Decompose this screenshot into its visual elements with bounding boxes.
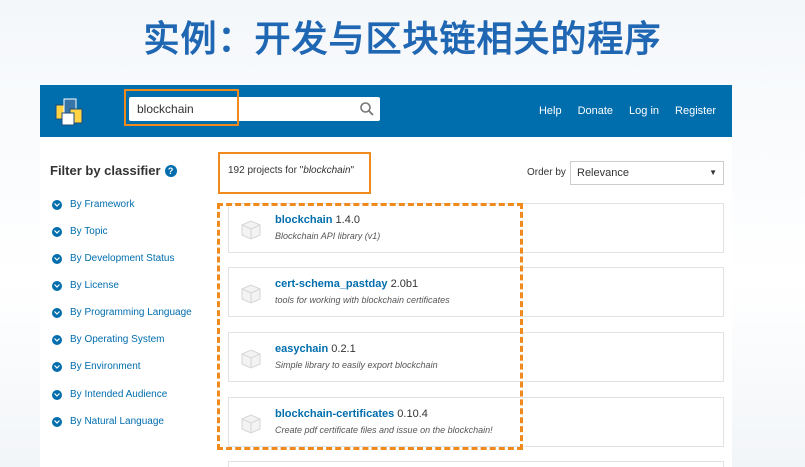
filter-programming-language[interactable]: By Programming Language [52, 307, 192, 318]
filter-label: By License [70, 280, 119, 291]
chevron-down-icon [52, 253, 62, 264]
filter-label: By Programming Language [70, 307, 192, 318]
chevron-down-icon [52, 389, 62, 400]
chevron-down-icon [52, 199, 62, 210]
chevron-down-icon [52, 334, 62, 345]
results-highlight-box [217, 203, 523, 450]
filter-framework[interactable]: By Framework [52, 199, 134, 210]
filter-label: By Natural Language [70, 416, 164, 427]
chevron-down-icon [52, 361, 62, 372]
order-by-select[interactable]: Relevance ▼ [570, 161, 724, 185]
filter-natural-language[interactable]: By Natural Language [52, 416, 164, 427]
chevron-down-icon [52, 416, 62, 427]
nav-donate-link[interactable]: Donate [578, 105, 613, 117]
header-nav: Help Donate Log in Register [539, 85, 716, 137]
pypi-logo-icon[interactable] [50, 93, 88, 131]
nav-register-link[interactable]: Register [675, 105, 716, 117]
filter-label: By Development Status [70, 253, 175, 264]
chevron-down-icon [52, 307, 62, 318]
filter-label: By Topic [70, 226, 108, 237]
chevron-down-icon [52, 226, 62, 237]
chevron-down-icon [52, 280, 62, 291]
filter-license[interactable]: By License [52, 280, 119, 291]
result-card-partial [228, 461, 724, 467]
search-highlight-box [124, 89, 239, 126]
nav-help-link[interactable]: Help [539, 105, 562, 117]
filter-intended-audience[interactable]: By Intended Audience [52, 389, 167, 400]
filter-topic[interactable]: By Topic [52, 226, 108, 237]
filter-label: By Intended Audience [70, 389, 168, 400]
count-highlight-box [218, 152, 371, 194]
caret-down-icon: ▼ [709, 168, 717, 177]
filter-development-status[interactable]: By Development Status [52, 253, 175, 264]
search-icon[interactable] [358, 100, 376, 118]
order-by-value: Relevance [577, 167, 629, 179]
filter-environment[interactable]: By Environment [52, 361, 141, 372]
filter-operating-system[interactable]: By Operating System [52, 334, 164, 345]
filter-title-text: Filter by classifier [50, 163, 161, 178]
slide-title: 实例：开发与区块链相关的程序 [143, 19, 662, 60]
nav-login-link[interactable]: Log in [629, 105, 659, 117]
help-icon[interactable]: ? [164, 164, 177, 177]
pypi-page: Help Donate Log in Register Filter by cl… [40, 85, 732, 467]
order-by-label: Order by [527, 167, 566, 178]
filter-title: Filter by classifier ? [50, 163, 177, 178]
filter-label: By Environment [70, 361, 141, 372]
top-navigation-bar: Help Donate Log in Register [40, 85, 732, 137]
filter-label: By Operating System [70, 334, 165, 345]
filter-label: By Framework [70, 199, 135, 210]
